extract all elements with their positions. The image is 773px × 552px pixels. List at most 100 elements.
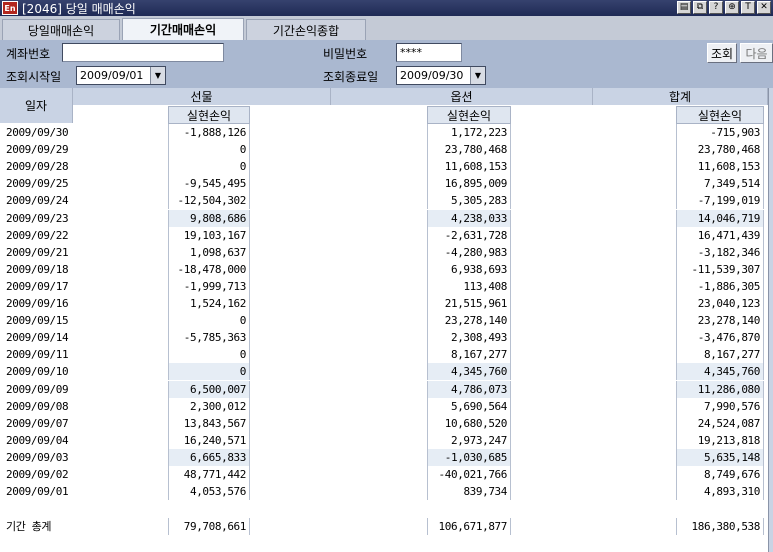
options-cell: 23,780,468 — [427, 141, 511, 159]
options-cell: 21,515,961 — [427, 295, 511, 312]
futures-cell: 1,524,162 — [168, 295, 250, 312]
next-button[interactable]: 다음 — [740, 43, 773, 63]
futures-cell: 6,500,007 — [168, 380, 250, 398]
options-cell: -40,021,766 — [427, 466, 511, 483]
search-button[interactable]: 조회 — [707, 43, 737, 63]
futures-cell: 0 — [168, 312, 250, 330]
options-cell: 5,690,564 — [427, 397, 511, 415]
date-cell: 2009/09/23 — [6, 211, 69, 225]
total-cell: 4,893,310 — [676, 483, 764, 501]
help-icon[interactable]: ? — [709, 1, 723, 14]
options-cell: 1,172,223 — [427, 124, 511, 141]
date-cell: 2009/09/18 — [6, 262, 69, 276]
total-cell: -715,903 — [676, 124, 764, 141]
end-date-select[interactable]: 2009/09/30 ▼ — [396, 66, 486, 85]
tab-daily-pnl[interactable]: 당일매매손익 — [2, 19, 120, 40]
start-date-value: 2009/09/01 — [80, 69, 144, 82]
date-cell: 2009/09/16 — [6, 297, 69, 310]
total-cell: -1,886,305 — [676, 277, 764, 295]
total-cell: 7,349,514 — [676, 175, 764, 193]
options-cell: 4,786,073 — [427, 380, 511, 398]
date-cell: 2009/09/17 — [6, 279, 69, 293]
date-cell: 2009/09/30 — [6, 126, 69, 139]
account-input[interactable] — [62, 43, 224, 62]
date-cell: 2009/09/09 — [6, 382, 69, 396]
topmost-icon[interactable]: T — [741, 1, 755, 14]
options-cell: 11,608,153 — [427, 158, 511, 176]
futures-cell: 0 — [168, 141, 250, 159]
futures-cell: 16,240,571 — [168, 431, 250, 449]
options-cell: 2,973,247 — [427, 431, 511, 449]
futures-cell: -5,785,363 — [168, 329, 250, 347]
futures-cell: 1,098,637 — [168, 243, 250, 261]
end-date-label: 조회종료일 — [323, 70, 379, 84]
date-cell: 2009/09/21 — [6, 245, 69, 259]
total-cell: -3,476,870 — [676, 329, 764, 347]
options-cell: 23,278,140 — [427, 312, 511, 330]
total-cell: -11,539,307 — [676, 260, 764, 278]
window-title: [2046] 당일 매매손익 — [22, 1, 136, 16]
total-cell: 8,749,676 — [676, 466, 764, 483]
total-sum: 186,380,538 — [676, 518, 764, 535]
futures-cell: 13,843,567 — [168, 414, 250, 432]
options-cell: 10,680,520 — [427, 414, 511, 432]
scrollbar[interactable] — [768, 88, 773, 552]
date-cell: 2009/09/25 — [6, 177, 69, 191]
options-cell: 113,408 — [427, 277, 511, 295]
date-cell: 2009/09/11 — [6, 348, 69, 362]
pin-icon[interactable]: ⊕ — [725, 1, 739, 14]
futures-cell: -9,545,495 — [168, 175, 250, 193]
title-bar: En [2046] 당일 매매손익 ▤ ⧉ ? ⊕ T ✕ — [0, 0, 773, 16]
total-cell: 7,990,576 — [676, 397, 764, 415]
total-futures: 79,708,661 — [168, 518, 250, 535]
total-cell: 24,524,087 — [676, 414, 764, 432]
date-cell: 2009/09/10 — [6, 365, 69, 379]
futures-cell: 0 — [168, 363, 250, 381]
total-cell: 14,046,719 — [676, 209, 764, 227]
options-cell: 8,167,277 — [427, 346, 511, 364]
total-header: 합계 — [593, 88, 768, 105]
total-cell: 11,608,153 — [676, 158, 764, 176]
date-header: 일자 — [0, 88, 73, 123]
date-cell: 2009/09/02 — [6, 468, 69, 481]
date-cell: 2009/09/04 — [6, 433, 69, 447]
link-icon[interactable]: ▤ — [677, 1, 691, 14]
tab-period-pnl[interactable]: 기간매매손익 — [122, 18, 244, 40]
total-label: 기간 총계 — [6, 520, 52, 533]
date-cell: 2009/09/01 — [6, 485, 69, 499]
options-cell: 16,895,009 — [427, 175, 511, 193]
futures-cell: 19,103,167 — [168, 226, 250, 244]
options-cell: -1,030,685 — [427, 448, 511, 466]
options-cell: 4,345,760 — [427, 363, 511, 381]
futures-cell: 48,771,442 — [168, 466, 250, 483]
close-icon[interactable]: ✕ — [757, 1, 771, 14]
options-cell: 5,305,283 — [427, 192, 511, 210]
total-options: 106,671,877 — [427, 518, 511, 535]
futures-cell: -1,888,126 — [168, 124, 250, 141]
copy-icon[interactable]: ⧉ — [693, 1, 707, 14]
end-date-value: 2009/09/30 — [400, 69, 464, 82]
options-cell: -2,631,728 — [427, 226, 511, 244]
date-cell: 2009/09/28 — [6, 160, 69, 174]
password-input[interactable]: **** — [396, 43, 462, 62]
start-date-label: 조회시작일 — [6, 70, 62, 84]
tab-period-summary[interactable]: 기간손익종합 — [246, 19, 366, 40]
date-cell: 2009/09/22 — [6, 228, 69, 242]
options-cell: -4,280,983 — [427, 243, 511, 261]
date-cell: 2009/09/24 — [6, 194, 69, 208]
futures-cell: -1,999,713 — [168, 277, 250, 295]
options-cell: 6,938,693 — [427, 260, 511, 278]
start-date-select[interactable]: 2009/09/01 ▼ — [76, 66, 166, 85]
app-logo-icon: En — [2, 1, 18, 15]
futures-cell: 4,053,576 — [168, 483, 250, 501]
chevron-down-icon[interactable]: ▼ — [470, 67, 485, 84]
total-cell: 8,167,277 — [676, 346, 764, 364]
date-cell: 2009/09/15 — [6, 314, 69, 328]
total-subheader: 실현손익 — [676, 106, 764, 124]
options-cell: 839,734 — [427, 483, 511, 501]
password-label: 비밀번호 — [323, 47, 368, 61]
total-cell: 16,471,439 — [676, 226, 764, 244]
chevron-down-icon[interactable]: ▼ — [150, 67, 165, 84]
total-cell: 19,213,818 — [676, 431, 764, 449]
date-cell: 2009/09/03 — [6, 450, 69, 464]
